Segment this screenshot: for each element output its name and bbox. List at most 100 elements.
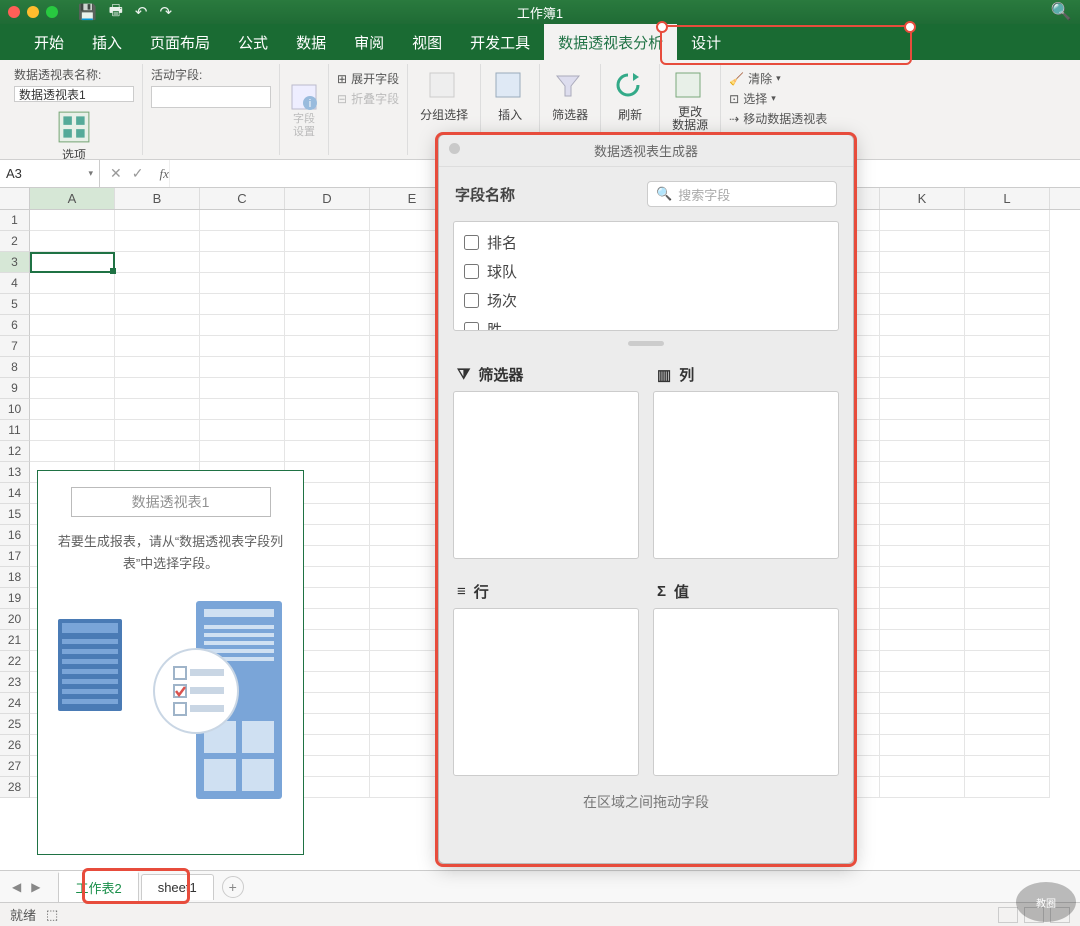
cell[interactable] <box>965 756 1050 777</box>
tab-home[interactable]: 开始 <box>20 24 78 60</box>
cell[interactable] <box>880 420 965 441</box>
pivot-field-builder[interactable]: 数据透视表生成器 字段名称 🔍 搜索字段 排名球队场次胜 ⧩筛选器 ▥列 ≡行 … <box>438 134 854 864</box>
cell[interactable] <box>285 441 370 462</box>
select-button[interactable]: ⊡选择▾ <box>729 90 827 107</box>
row-header-16[interactable]: 16 <box>0 525 30 546</box>
cell[interactable] <box>965 315 1050 336</box>
tab-data[interactable]: 数据 <box>282 24 340 60</box>
cell[interactable] <box>285 420 370 441</box>
cell[interactable] <box>965 546 1050 567</box>
cell[interactable] <box>965 378 1050 399</box>
col-header-D[interactable]: D <box>285 188 370 209</box>
row-header-19[interactable]: 19 <box>0 588 30 609</box>
sheet-tab-2[interactable]: sheet1 <box>141 874 214 900</box>
window-maximize[interactable] <box>46 6 58 18</box>
add-sheet-button[interactable]: + <box>222 876 244 898</box>
expand-field-button[interactable]: ⊞展开字段 <box>337 70 399 87</box>
cell[interactable] <box>880 504 965 525</box>
window-minimize[interactable] <box>27 6 39 18</box>
col-header-C[interactable]: C <box>200 188 285 209</box>
tab-insert[interactable]: 插入 <box>78 24 136 60</box>
pivot-name-input[interactable] <box>14 86 134 102</box>
cell[interactable] <box>965 231 1050 252</box>
row-header-15[interactable]: 15 <box>0 504 30 525</box>
col-header-L[interactable]: L <box>965 188 1050 209</box>
cell[interactable] <box>965 714 1050 735</box>
cell[interactable] <box>30 399 115 420</box>
field-checkbox[interactable] <box>464 322 479 331</box>
cell[interactable] <box>115 210 200 231</box>
row-header-18[interactable]: 18 <box>0 567 30 588</box>
tab-developer[interactable]: 开发工具 <box>456 24 544 60</box>
cell[interactable] <box>200 231 285 252</box>
cell[interactable] <box>965 672 1050 693</box>
row-header-22[interactable]: 22 <box>0 651 30 672</box>
field-item[interactable]: 胜 <box>460 315 832 331</box>
cell[interactable] <box>880 315 965 336</box>
cell[interactable] <box>115 315 200 336</box>
field-checkbox[interactable] <box>464 264 479 279</box>
move-pivot-button[interactable]: ⇢移动数据透视表 <box>729 110 827 127</box>
field-item[interactable]: 球队 <box>460 257 832 286</box>
redo-icon[interactable]: ↷ <box>159 3 172 21</box>
cell[interactable] <box>30 315 115 336</box>
cell[interactable] <box>285 378 370 399</box>
cell[interactable] <box>200 399 285 420</box>
cell[interactable] <box>30 231 115 252</box>
zone-columns[interactable] <box>653 391 839 559</box>
cell[interactable] <box>965 399 1050 420</box>
cell[interactable] <box>285 252 370 273</box>
row-header-4[interactable]: 4 <box>0 273 30 294</box>
cell[interactable] <box>30 420 115 441</box>
cell[interactable] <box>880 735 965 756</box>
cell[interactable] <box>965 777 1050 798</box>
cell[interactable] <box>30 357 115 378</box>
cell[interactable] <box>115 336 200 357</box>
zone-values[interactable] <box>653 608 839 776</box>
cell[interactable] <box>880 294 965 315</box>
row-header-17[interactable]: 17 <box>0 546 30 567</box>
tab-page-layout[interactable]: 页面布局 <box>136 24 224 60</box>
zone-rows[interactable] <box>453 608 639 776</box>
col-header-B[interactable]: B <box>115 188 200 209</box>
cell[interactable] <box>965 273 1050 294</box>
builder-title-bar[interactable]: 数据透视表生成器 <box>439 135 853 167</box>
cell[interactable] <box>880 714 965 735</box>
cell[interactable] <box>965 651 1050 672</box>
field-item[interactable]: 场次 <box>460 286 832 315</box>
cell[interactable] <box>880 441 965 462</box>
cell[interactable] <box>115 441 200 462</box>
cell[interactable] <box>30 336 115 357</box>
cell[interactable] <box>880 525 965 546</box>
macro-record-icon[interactable]: ⬚ <box>46 907 58 923</box>
row-header-26[interactable]: 26 <box>0 735 30 756</box>
cell[interactable] <box>965 420 1050 441</box>
cell[interactable] <box>200 252 285 273</box>
cell[interactable] <box>285 294 370 315</box>
row-header-8[interactable]: 8 <box>0 357 30 378</box>
row-header-20[interactable]: 20 <box>0 609 30 630</box>
col-header-K[interactable]: K <box>880 188 965 209</box>
cell[interactable] <box>880 399 965 420</box>
cell[interactable] <box>285 399 370 420</box>
undo-icon[interactable]: ↶ <box>135 3 148 21</box>
cell[interactable] <box>965 567 1050 588</box>
cell[interactable] <box>115 252 200 273</box>
cell[interactable] <box>30 273 115 294</box>
window-close[interactable] <box>8 6 20 18</box>
row-header-24[interactable]: 24 <box>0 693 30 714</box>
cell[interactable] <box>115 420 200 441</box>
cell[interactable] <box>200 378 285 399</box>
row-header-6[interactable]: 6 <box>0 315 30 336</box>
cell[interactable] <box>285 231 370 252</box>
row-header-13[interactable]: 13 <box>0 462 30 483</box>
cell[interactable] <box>115 294 200 315</box>
builder-close-icon[interactable] <box>449 143 460 154</box>
row-header-14[interactable]: 14 <box>0 483 30 504</box>
cell[interactable] <box>880 378 965 399</box>
row-header-9[interactable]: 9 <box>0 378 30 399</box>
cell[interactable] <box>880 588 965 609</box>
field-item[interactable]: 排名 <box>460 228 832 257</box>
row-header-5[interactable]: 5 <box>0 294 30 315</box>
cell[interactable] <box>965 294 1050 315</box>
